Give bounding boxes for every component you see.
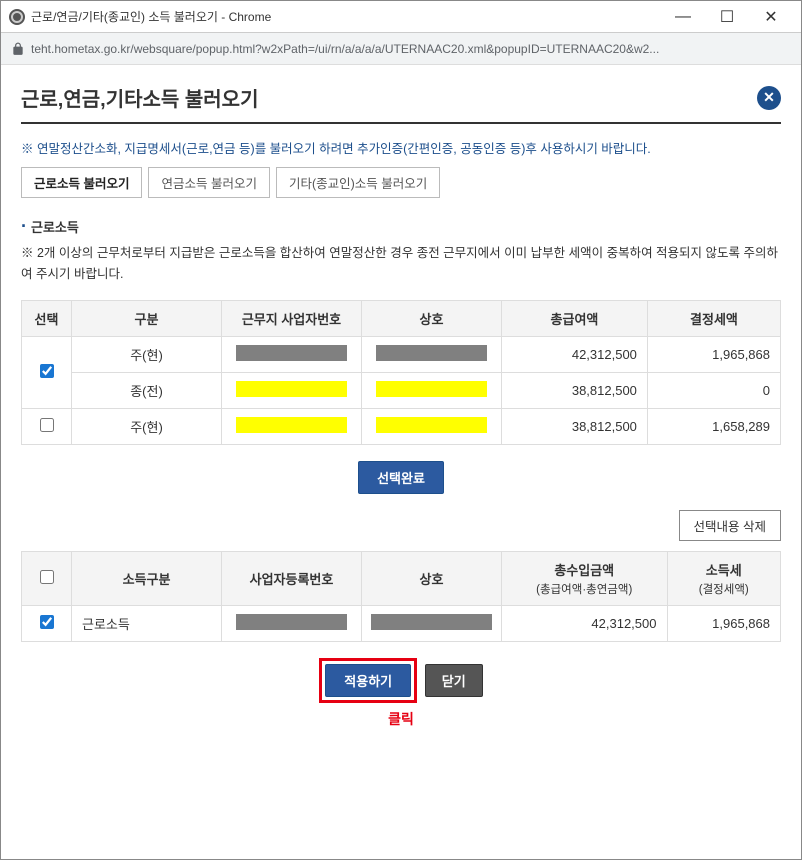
row-bizno — [222, 605, 362, 641]
tab-earned-income[interactable]: 근로소득 불러오기 — [21, 167, 142, 198]
redacted-gray — [371, 614, 492, 630]
col-gubun: 구분 — [72, 300, 222, 336]
row-select-cell — [22, 408, 72, 444]
redacted-gray — [236, 345, 348, 361]
row-gubun: 주(현) — [72, 336, 222, 372]
row-checkbox[interactable] — [40, 418, 54, 432]
page-header: 근로,연금,기타소득 불러오기 ✕ — [21, 83, 781, 124]
select-all-checkbox[interactable] — [40, 570, 54, 584]
select-done-button[interactable]: 선택완료 — [358, 461, 444, 494]
lock-icon — [11, 42, 25, 56]
row-checkbox[interactable] — [40, 615, 54, 629]
col-total: 총수입금액(총급여액·총연금액) — [502, 551, 668, 605]
row-select-cell — [22, 605, 72, 641]
col-company: 상호 — [362, 300, 502, 336]
row-bizno — [222, 372, 362, 408]
col-total: 총급여액 — [502, 300, 648, 336]
col-select — [22, 551, 72, 605]
tab-other-income[interactable]: 기타(종교인)소득 불러오기 — [276, 167, 440, 198]
minimize-button[interactable]: ― — [661, 2, 705, 32]
col-gubun: 소득구분 — [72, 551, 222, 605]
row-company — [362, 408, 502, 444]
content: 근로,연금,기타소득 불러오기 ✕ ※ 연말정산간소화, 지급명세서(근로,연금… — [1, 65, 801, 859]
table-row: 종(전) 38,812,500 0 — [22, 372, 781, 408]
row-company — [362, 372, 502, 408]
maximize-button[interactable]: ☐ — [705, 2, 749, 32]
row-select-cell — [22, 336, 72, 408]
delete-row: 선택내용 삭제 — [21, 510, 781, 541]
close-icon[interactable]: ✕ — [757, 86, 781, 110]
row-total: 38,812,500 — [502, 372, 648, 408]
redacted-yellow — [236, 381, 348, 397]
row-bizno — [222, 336, 362, 372]
row-company — [362, 605, 502, 641]
window-controls: ― ☐ ✕ — [661, 2, 793, 32]
titlebar: 근로/연금/기타(종교인) 소득 불러오기 - Chrome ― ☐ ✕ — [1, 1, 801, 33]
row-total: 42,312,500 — [502, 336, 648, 372]
col-tax: 결정세액 — [647, 300, 780, 336]
addressbar: teht.hometax.go.kr/websquare/popup.html?… — [1, 33, 801, 65]
redacted-yellow — [376, 417, 488, 433]
col-select: 선택 — [22, 300, 72, 336]
col-bizno: 사업자등록번호 — [222, 551, 362, 605]
row-company — [362, 336, 502, 372]
tab-pension-income[interactable]: 연금소득 불러오기 — [148, 167, 269, 198]
row-tax: 0 — [647, 372, 780, 408]
select-done-row: 선택완료 — [21, 461, 781, 494]
row-tax: 1,965,868 — [667, 605, 781, 641]
redacted-yellow — [236, 417, 348, 433]
click-annotation: 클릭 — [21, 709, 781, 729]
row-gubun: 종(전) — [72, 372, 222, 408]
table-row: 주(현) 38,812,500 1,658,289 — [22, 408, 781, 444]
page-title: 근로,연금,기타소득 불러오기 — [21, 83, 258, 112]
col-company: 상호 — [362, 551, 502, 605]
close-button[interactable]: 닫기 — [425, 664, 483, 697]
row-checkbox[interactable] — [40, 364, 54, 378]
apply-button[interactable]: 적용하기 — [325, 664, 411, 697]
row-bizno — [222, 408, 362, 444]
table-row: 주(현) 42,312,500 1,965,868 — [22, 336, 781, 372]
col-tax: 소득세(결정세액) — [667, 551, 781, 605]
row-tax: 1,965,868 — [647, 336, 780, 372]
notice-text: ※ 연말정산간소화, 지급명세서(근로,연금 등)를 불러오기 하려면 추가인증… — [21, 138, 781, 157]
apply-highlight: 적용하기 — [319, 658, 417, 703]
row-tax: 1,658,289 — [647, 408, 780, 444]
delete-selected-button[interactable]: 선택내용 삭제 — [679, 510, 781, 541]
footer-buttons: 적용하기 닫기 클릭 — [21, 658, 781, 729]
selected-table: 소득구분 사업자등록번호 상호 총수입금액(총급여액·총연금액) 소득세(결정세… — [21, 551, 781, 642]
income-table: 선택 구분 근무지 사업자번호 상호 총급여액 결정세액 주(현) 42,312… — [21, 300, 781, 445]
row-total: 42,312,500 — [502, 605, 668, 641]
app-icon — [9, 9, 25, 25]
redacted-gray — [236, 614, 348, 630]
row-gubun: 주(현) — [72, 408, 222, 444]
url: teht.hometax.go.kr/websquare/popup.html?… — [31, 42, 659, 56]
tab-bar: 근로소득 불러오기 연금소득 불러오기 기타(종교인)소득 불러오기 — [21, 167, 781, 198]
row-total: 38,812,500 — [502, 408, 648, 444]
redacted-yellow — [376, 381, 488, 397]
window: 근로/연금/기타(종교인) 소득 불러오기 - Chrome ― ☐ ✕ teh… — [0, 0, 802, 860]
window-title: 근로/연금/기타(종교인) 소득 불러오기 - Chrome — [31, 8, 661, 25]
redacted-gray — [376, 345, 488, 361]
close-window-button[interactable]: ✕ — [749, 2, 793, 32]
row-gubun: 근로소득 — [72, 605, 222, 641]
section-title: 근로소득 — [21, 216, 781, 237]
table-row: 근로소득 42,312,500 1,965,868 — [22, 605, 781, 641]
section-note: ※ 2개 이상의 근무처로부터 지급받은 근로소득을 합산하여 연말정산한 경우… — [21, 243, 781, 286]
col-bizno: 근무지 사업자번호 — [222, 300, 362, 336]
